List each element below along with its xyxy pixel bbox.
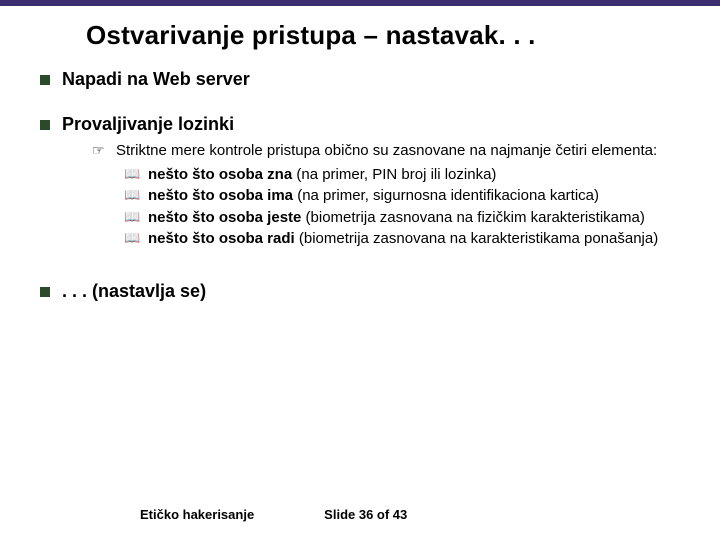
bullet-level3: 📖 nešto što osoba jeste (biometrija zasn… [124, 208, 696, 228]
pointing-hand-icon: ☞ [92, 143, 108, 157]
book-icon: 📖 [124, 210, 142, 223]
bullet-level3: 📖 nešto što osoba ima (na primer, sigurn… [124, 186, 696, 206]
bullet-level2: ☞ Striktne mere kontrole pristupa obično… [92, 141, 696, 161]
slide-footer: Etičko hakerisanje Slide 36 of 43 [0, 507, 720, 522]
footer-left-text: Etičko hakerisanje [140, 507, 254, 522]
footer-slide-number: Slide 36 of 43 [324, 507, 407, 522]
level2-text: Striktne mere kontrole pristupa obično s… [116, 141, 657, 161]
bullet-level3: 📖 nešto što osoba radi (biometrija zasno… [124, 229, 696, 249]
book-icon: 📖 [124, 167, 142, 180]
slide: Ostvarivanje pristupa – nastavak. . . Na… [0, 0, 720, 540]
bullet-level1: Provaljivanje lozinki ☞ Striktne mere ko… [40, 114, 696, 251]
bullet-level1: Napadi na Web server [40, 69, 696, 90]
book-icon: 📖 [124, 188, 142, 201]
book-icon: 📖 [124, 231, 142, 244]
bullet-level3: 📖 nešto što osoba zna (na primer, PIN br… [124, 165, 696, 185]
slide-content: Napadi na Web server Provaljivanje lozin… [40, 69, 696, 302]
square-bullet-icon [40, 75, 50, 85]
square-bullet-icon [40, 120, 50, 130]
square-bullet-icon [40, 287, 50, 297]
level3-text: nešto što osoba jeste (biometrija zasnov… [148, 208, 645, 228]
level1-text: . . . (nastavlja se) [62, 281, 206, 302]
level3-text: nešto što osoba radi (biometrija zasnova… [148, 229, 658, 249]
level3-text: nešto što osoba zna (na primer, PIN broj… [148, 165, 496, 185]
bullet-level1: . . . (nastavlja se) [40, 281, 696, 302]
top-accent-bar [0, 0, 720, 6]
level1-text: Napadi na Web server [62, 69, 250, 90]
level3-text: nešto što osoba ima (na primer, sigurnos… [148, 186, 599, 206]
level1-text: Provaljivanje lozinki [62, 114, 696, 135]
slide-title: Ostvarivanje pristupa – nastavak. . . [86, 20, 720, 51]
